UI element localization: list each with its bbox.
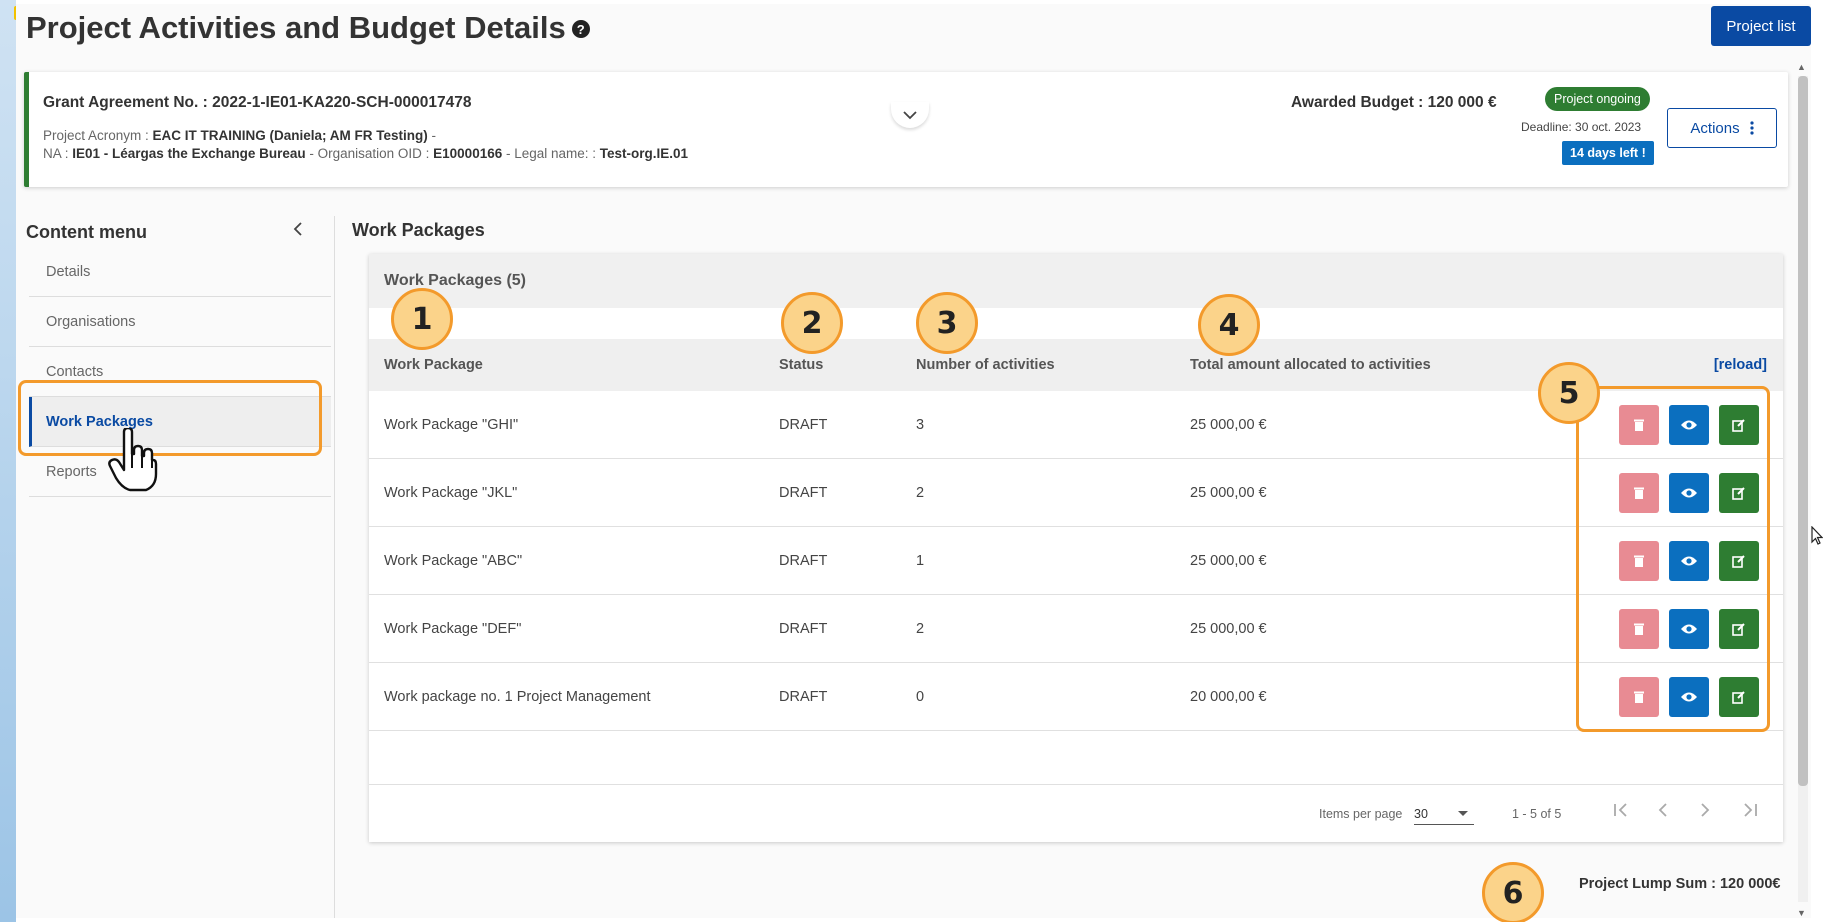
sidebar-item-details[interactable]: Details (29, 247, 331, 297)
column-number-of-activities: Number of activities (916, 357, 1055, 373)
work-package-amount: 25 000,00 € (1190, 417, 1267, 433)
status-badge: Project ongoing (1545, 87, 1650, 111)
table-row: Work Package "JKL" DRAFT 2 25 000,00 € (369, 459, 1783, 527)
project-acronym-line: Project Acronym : EAC IT TRAINING (Danie… (43, 128, 436, 143)
scroll-down-icon[interactable]: ▼ (1797, 908, 1806, 918)
annotation-badge-4: 4 (1198, 294, 1260, 356)
work-package-status: DRAFT (779, 553, 828, 569)
column-total-amount: Total amount allocated to activities (1190, 357, 1431, 373)
annotation-badge-5: 5 (1538, 362, 1600, 424)
work-package-amount: 25 000,00 € (1190, 485, 1267, 501)
sidebar-item-label: Organisations (46, 313, 136, 330)
work-package-name: Work Package "JKL" (384, 485, 518, 501)
oid-value: E10000166 (433, 146, 503, 161)
legal-prefix: - Legal name: : (502, 146, 600, 161)
content-menu-title: Content menu (26, 222, 147, 242)
annotation-badge-2: 2 (781, 292, 843, 354)
table-row: Work Package "ABC" DRAFT 1 25 000,00 € (369, 527, 1783, 595)
dropdown-caret-icon (1458, 811, 1468, 816)
scroll-up-icon[interactable]: ▲ (1797, 62, 1806, 72)
work-package-activities: 0 (916, 689, 925, 705)
work-package-activities: 1 (916, 553, 925, 569)
paginator: Items per page 30 1 - 5 of 5 (369, 784, 1783, 842)
deadline-text: Deadline: 30 oct. 2023 (1521, 120, 1642, 134)
items-per-page-select[interactable]: 30 (1414, 803, 1474, 825)
sidebar-item-label: Reports (46, 463, 97, 480)
column-work-package: Work Package (384, 357, 483, 373)
annotation-badge-3: 3 (916, 292, 978, 354)
actions-button[interactable]: Actions (1667, 108, 1777, 148)
table-row: Work package no. 1 Project Management DR… (369, 663, 1783, 731)
column-status: Status (779, 357, 824, 373)
annotation-badge-1: 1 (391, 288, 453, 350)
kebab-icon (1749, 121, 1754, 135)
previous-page-icon[interactable] (1657, 801, 1669, 824)
acronym-suffix: - (427, 128, 437, 143)
hand-pointer-icon (108, 428, 158, 492)
work-package-name: Work package no. 1 Project Management (384, 689, 651, 705)
work-package-name: Work Package "GHI" (384, 417, 519, 433)
work-package-status: DRAFT (779, 621, 828, 637)
organisation-line: NA : IE01 - Léargas the Exchange Bureau … (43, 146, 688, 161)
last-page-icon[interactable] (1741, 801, 1759, 824)
page: Project Activities and Budget Details ? … (16, 4, 1811, 922)
page-range: 1 - 5 of 5 (1512, 807, 1562, 821)
acronym-prefix: Project Acronym : (43, 128, 153, 143)
sidebar-item-label: Details (46, 263, 91, 280)
chevron-left-icon (293, 222, 302, 236)
mouse-cursor-icon (1811, 526, 1823, 545)
chevron-down-icon (903, 110, 917, 119)
help-icon[interactable]: ? (571, 20, 590, 38)
work-package-activities: 3 (916, 417, 925, 433)
scrollbar-thumb[interactable] (1798, 76, 1808, 786)
page-scrollbar[interactable]: ▲ ▼ (1795, 60, 1809, 920)
work-package-amount: 25 000,00 € (1190, 553, 1267, 569)
na-value: IE01 - Léargas the Exchange Bureau (72, 146, 306, 161)
grant-agreement-number: Grant Agreement No. : 2022-1-IE01-KA220-… (43, 94, 472, 111)
next-page-icon[interactable] (1699, 801, 1711, 824)
highlight-work-packages-menu (18, 380, 322, 456)
legal-value: Test-org.IE.01 (599, 146, 689, 161)
na-prefix: NA : (43, 146, 73, 161)
first-page-icon[interactable] (1612, 801, 1630, 824)
work-packages-card-title: Work Packages (5) (369, 254, 1783, 308)
work-packages-card: Work Packages (5) Work Package Status Nu… (369, 254, 1783, 842)
section-title: Work Packages (352, 220, 485, 240)
page-title: Project Activities and Budget Details ? (26, 10, 590, 46)
reload-link[interactable]: [reload] (1714, 357, 1767, 373)
grant-agreement-card: Grant Agreement No. : 2022-1-IE01-KA220-… (24, 72, 1788, 187)
items-per-page-label: Items per page (1319, 807, 1403, 821)
project-list-button[interactable]: Project list (1711, 6, 1811, 46)
highlight-row-actions (1576, 386, 1770, 732)
left-edge-decoration (0, 0, 19, 922)
work-package-amount: 20 000,00 € (1190, 689, 1267, 705)
work-package-activities: 2 (916, 621, 925, 637)
collapse-menu-icon[interactable] (293, 220, 303, 243)
work-package-status: DRAFT (779, 689, 828, 705)
table-row: Work Package "DEF" DRAFT 2 25 000,00 € (369, 595, 1783, 663)
sidebar-item-organisations[interactable]: Organisations (29, 297, 331, 347)
work-package-amount: 25 000,00 € (1190, 621, 1267, 637)
items-per-page-value: 30 (1414, 807, 1428, 821)
sidebar-item-label: Contacts (46, 363, 104, 380)
awarded-budget: Awarded Budget : 120 000 € (1291, 94, 1497, 111)
work-package-activities: 2 (916, 485, 925, 501)
acronym-value: EAC IT TRAINING (Daniela; AM FR Testing) (152, 128, 428, 143)
actions-label: Actions (1690, 119, 1740, 137)
page-title-text: Project Activities and Budget Details (26, 10, 566, 45)
work-package-name: Work Package "ABC" (384, 553, 523, 569)
oid-prefix: - Organisation OID : (305, 146, 434, 161)
work-package-status: DRAFT (779, 417, 828, 433)
annotation-badge-6: 6 (1482, 862, 1544, 922)
project-lump-sum: Project Lump Sum : 120 000€ (1579, 876, 1781, 892)
sidebar-divider (334, 216, 335, 918)
work-package-status: DRAFT (779, 485, 828, 501)
work-package-name: Work Package "DEF" (384, 621, 522, 637)
days-left-badge: 14 days left ! (1562, 141, 1654, 165)
